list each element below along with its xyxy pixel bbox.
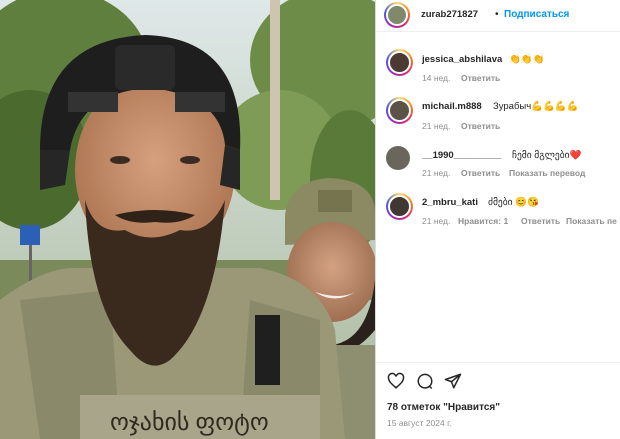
comment-username[interactable]: jessica_abshilava bbox=[422, 54, 502, 65]
post-photo[interactable]: ოჯახის ფოტო bbox=[0, 0, 375, 439]
comment-username[interactable]: michail.m888 bbox=[422, 101, 482, 112]
comment-text: ძმები 😊😘 bbox=[488, 197, 539, 208]
comment-likes[interactable]: Нравится: 1 bbox=[458, 216, 508, 226]
reply-button[interactable]: Ответить bbox=[461, 73, 500, 83]
comment-text: ჩემი მგლები❤️ bbox=[512, 150, 582, 161]
author-username[interactable]: zurab271827 bbox=[421, 9, 478, 20]
follow-button[interactable]: Подписаться bbox=[504, 9, 569, 20]
reply-button[interactable]: Ответить bbox=[461, 168, 500, 178]
comment-avatar[interactable] bbox=[386, 193, 413, 220]
heart-icon[interactable] bbox=[387, 372, 405, 390]
comment-text: Зурабыч💪💪💪💪 bbox=[493, 101, 579, 112]
comment-text: 👏👏👏 bbox=[509, 54, 545, 65]
post-date: 15 август 2024 г. bbox=[387, 418, 452, 428]
comment-avatar[interactable] bbox=[386, 49, 413, 76]
road-sign bbox=[20, 225, 40, 245]
reply-button[interactable]: Ответить bbox=[461, 121, 500, 131]
comment-time: 21 нед. bbox=[422, 168, 451, 178]
comment-time: 14 нед. bbox=[422, 73, 451, 83]
post-image: ოჯახის ფოტო bbox=[0, 0, 375, 439]
comment-time: 21 нед. bbox=[422, 121, 451, 131]
show-translation-button[interactable]: Показать пе bbox=[566, 216, 617, 226]
comment-avatar[interactable] bbox=[386, 146, 410, 170]
comment-icon[interactable] bbox=[416, 372, 434, 390]
post-header: zurab271827 • Подписаться bbox=[376, 0, 620, 32]
share-icon[interactable] bbox=[444, 372, 462, 390]
show-translation-button[interactable]: Показать перевод bbox=[509, 168, 585, 178]
likes-count[interactable]: 78 отметок "Нравится" bbox=[387, 402, 500, 413]
comment-avatar[interactable] bbox=[386, 97, 413, 124]
reply-button[interactable]: Ответить bbox=[521, 216, 560, 226]
post-side-panel: zurab271827 • Подписаться jessica_abshil… bbox=[375, 0, 620, 439]
comment-username[interactable]: 2_mbru_kati bbox=[422, 197, 478, 208]
patch-text: ოჯახის ფოტო bbox=[110, 410, 269, 436]
author-avatar[interactable] bbox=[384, 2, 410, 28]
comment-username[interactable]: __1990_________ bbox=[422, 150, 501, 161]
separator-dot: • bbox=[495, 9, 499, 20]
post-actions: 78 отметок "Нравится" 15 август 2024 г. bbox=[376, 362, 620, 428]
comment-time: 21 нед. bbox=[422, 216, 451, 226]
